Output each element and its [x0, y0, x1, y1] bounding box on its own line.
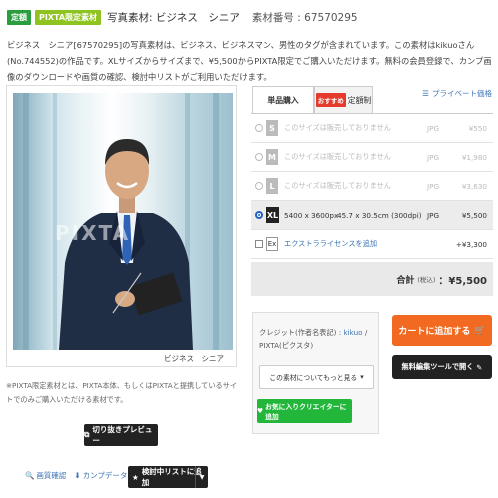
limited-material-note: ※PIXTA限定素材とは、PIXTA本体、もしくはPIXTAと提携しているサイト…: [6, 381, 238, 404]
total-tax-note: (税込): [417, 276, 436, 284]
size-format: JPG: [427, 123, 440, 133]
size-option-l: L このサイズは販売しておりません JPG ¥3,630: [251, 172, 493, 201]
size-price: ¥5,500: [461, 210, 487, 220]
size-code: XL: [266, 207, 279, 223]
subscription-label: 定額制: [347, 95, 372, 105]
page-header: 定額 PIXTA限定素材 写真素材: ビジネス シニア 素材番号 : 67570…: [7, 9, 491, 25]
pixta-limited-badge: PIXTA限定素材: [35, 9, 102, 25]
crop-preview-label: 切り抜きプレビュー: [92, 425, 153, 445]
more-about-label: この素材についてもっと見る: [269, 374, 358, 382]
size-price: ¥3,630: [461, 181, 487, 191]
size-code: M: [266, 149, 278, 165]
recommend-badge: おすすめ: [315, 93, 346, 107]
credit-prefix: クレジット(作者名表記) :: [259, 328, 344, 337]
quality-check-label: 画質確認: [36, 471, 67, 480]
size-code: S: [266, 120, 278, 136]
size-options: S このサイズは販売しておりません JPG ¥550 M このサイズは販売してお…: [251, 113, 493, 259]
credit-panel: クレジット(作者名表記) : kikuo / PIXTA(ピクスタ) この素材に…: [252, 312, 379, 434]
size-format: JPG: [427, 152, 440, 162]
size-radio: [255, 182, 263, 190]
quality-check-link[interactable]: 🔍 画質確認: [25, 470, 66, 481]
size-dimensions: 45.7 x 30.5cm (300dpi): [337, 210, 422, 220]
add-to-cart-button[interactable]: カートに追加する 🛒: [392, 315, 492, 346]
size-option-xl[interactable]: XL 5400 x 3600px 45.7 x 30.5cm (300dpi) …: [251, 201, 493, 230]
purchase-tabs: 単品購入 おすすめ 定額制: [252, 86, 373, 113]
material-id: 素材番号 : 67570295: [251, 11, 358, 24]
tab-single-purchase[interactable]: 単品購入: [252, 86, 314, 113]
credit-text: クレジット(作者名表記) : kikuo / PIXTA(ピクスタ): [259, 326, 377, 352]
favorite-creator-label: お気に入りクリエイターに追加: [265, 403, 347, 421]
material-description: ビジネス シニア[67570295]の写真素材は、ビジネス、ビジネスマン、男性の…: [7, 40, 492, 82]
more-about-material-button[interactable]: この素材についてもっと見る ▾: [259, 365, 374, 389]
total-value: ：¥5,500: [438, 275, 487, 287]
private-price-label: プライベート価格: [432, 89, 492, 98]
add-favorite-creator-button[interactable]: ♥ お気に入りクリエイターに追加: [257, 399, 352, 423]
crop-preview-button[interactable]: ⧉ 切り抜きプレビュー: [84, 424, 158, 446]
extra-license-label[interactable]: エクストラライセンスを追加: [284, 239, 377, 249]
size-radio-selected[interactable]: [255, 211, 263, 219]
size-option-m: M このサイズは販売しておりません JPG ¥1,980: [251, 143, 493, 172]
comp-data-link[interactable]: ⬇ カンプデータ: [74, 470, 127, 481]
extra-license-price: +¥3,300: [455, 239, 487, 249]
edit-tool-button[interactable]: 無料編集ツールで開く ✎: [392, 355, 492, 379]
extra-license-option[interactable]: Ex エクストラライセンスを追加 +¥3,300: [251, 230, 493, 259]
size-info: このサイズは販売しておりません: [284, 181, 391, 190]
size-radio: [255, 124, 263, 132]
tab-subscription[interactable]: おすすめ 定額制: [314, 86, 373, 113]
cart-icon: 🛒: [474, 325, 486, 336]
size-info: このサイズは販売しておりません: [284, 152, 391, 161]
edit-tool-label: 無料編集ツールで開く: [401, 362, 474, 371]
add-to-cart-label: カートに追加する: [398, 327, 471, 337]
add-to-compare-list-button[interactable]: ★ 検討中リストに追加 ▼: [128, 466, 208, 488]
total-label: 合計: [396, 275, 415, 286]
size-option-s: S このサイズは販売しておりません JPG ¥550: [251, 114, 493, 143]
pixta-watermark: PIXTA: [55, 221, 131, 245]
credit-author-link[interactable]: kikuo: [343, 328, 362, 337]
size-price: ¥550: [468, 123, 487, 133]
size-format: JPG: [427, 210, 440, 220]
total-price-bar: 合計 (税込) ：¥5,500: [251, 262, 493, 296]
stock-photo[interactable]: PIXTA: [13, 93, 233, 350]
size-radio: [255, 153, 263, 161]
heart-icon: ♥: [257, 407, 264, 415]
private-price-link[interactable]: ☰ プライベート価格: [422, 88, 492, 99]
image-links: 🔍 画質確認 ⬇ カンプデータ: [25, 470, 127, 481]
comp-data-label: カンプデータ: [82, 471, 128, 480]
size-format: JPG: [427, 181, 440, 191]
photo-caption: ビジネス シニア: [164, 354, 224, 363]
price-list-icon: ☰: [422, 89, 429, 98]
crop-icon: ⧉: [84, 430, 90, 439]
size-code: L: [266, 178, 278, 194]
compare-dropdown-toggle[interactable]: ▼: [195, 466, 208, 488]
download-icon: ⬇: [74, 471, 81, 480]
extra-license-code: Ex: [266, 237, 278, 251]
fixed-price-badge: 定額: [7, 9, 31, 25]
caret-down-icon: ▾: [360, 373, 364, 381]
size-price: ¥1,980: [461, 152, 487, 162]
size-info: このサイズは販売しておりません: [284, 123, 391, 132]
extra-license-checkbox[interactable]: [255, 240, 263, 248]
search-icon: 🔍: [25, 471, 35, 480]
size-pixels: 5400 x 3600px: [284, 210, 339, 220]
page-title: 写真素材: ビジネス シニア: [107, 11, 240, 24]
star-icon: ★: [132, 472, 139, 482]
caret-down-icon: ▼: [199, 473, 205, 481]
pencil-icon: ✎: [476, 362, 483, 372]
photo-frame: PIXTA ビジネス シニア: [6, 85, 237, 367]
